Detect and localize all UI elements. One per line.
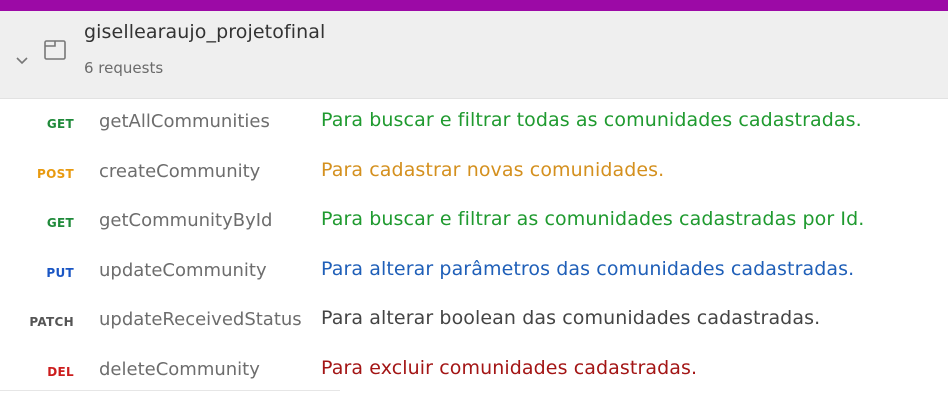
method-badge: POST	[36, 166, 74, 181]
request-description: Para buscar e filtrar todas as comunidad…	[321, 109, 862, 131]
request-list: GET getAllCommunities Para buscar e filtra…	[0, 100, 948, 397]
request-item[interactable]: POST createCommunity Para cadastrar novas …	[0, 150, 948, 200]
list-divider	[0, 390, 340, 391]
request-name: deleteCommunity	[99, 358, 260, 380]
method-badge: GET	[46, 117, 74, 131]
request-name: updateCommunity	[99, 259, 267, 281]
chevron-down-icon[interactable]	[15, 51, 29, 70]
request-item[interactable]: GET getAllCommunities Para buscar e filtra…	[0, 100, 948, 150]
method-badge: PUT	[46, 265, 74, 280]
request-name: createCommunity	[99, 160, 261, 182]
request-description: Para cadastrar novas comunidades.	[321, 158, 665, 181]
request-name: getAllCommunities	[99, 111, 270, 132]
request-item[interactable]: GET getCommunityById Para buscar e filtrar…	[0, 199, 948, 249]
collection-folder-icon	[43, 39, 67, 65]
collection-header[interactable]: gisellearaujo_projetofinal 6 requests	[0, 11, 948, 99]
request-item[interactable]: PUT updateCommunity Para alterar parâmetro…	[0, 249, 948, 299]
request-description: Para alterar boolean das comunidades cad…	[321, 307, 821, 329]
method-badge: DEL	[47, 364, 74, 379]
request-name: getCommunityById	[99, 210, 273, 231]
request-name: updateReceivedStatus	[99, 309, 302, 330]
collection-name: gisellearaujo_projetofinal	[84, 21, 326, 43]
request-description: Para excluir comunidades cadastradas.	[321, 356, 698, 379]
request-count: 6 requests	[84, 59, 164, 77]
method-badge: PATCH	[29, 315, 74, 329]
method-badge: GET	[46, 216, 74, 230]
top-accent-bar	[0, 0, 948, 11]
request-description: Para buscar e filtrar as comunidades cad…	[321, 208, 865, 230]
request-item[interactable]: PATCH updateReceivedStatus Para alterar bo…	[0, 298, 948, 348]
request-description: Para alterar parâmetros das comunidades …	[321, 257, 855, 280]
